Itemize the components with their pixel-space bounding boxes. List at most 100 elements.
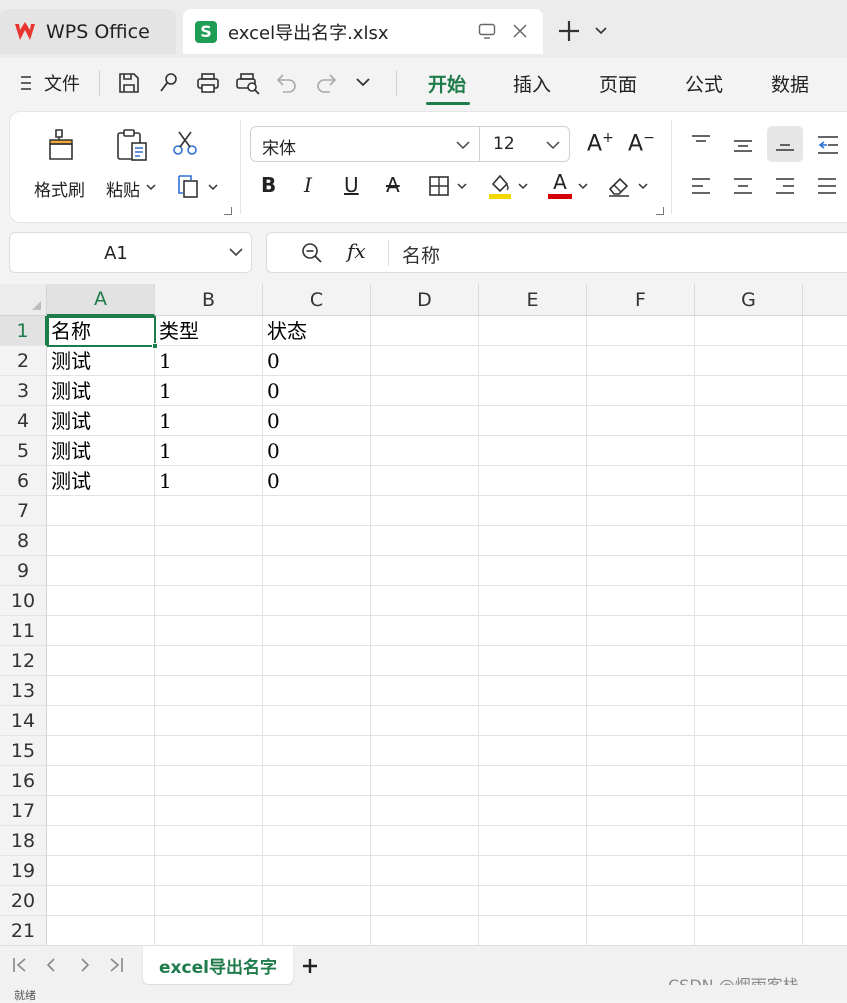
- column-header[interactable]: C: [263, 284, 371, 316]
- row-header[interactable]: 11: [0, 616, 47, 646]
- tab-page[interactable]: 页面: [599, 70, 637, 97]
- row-header[interactable]: 8: [0, 526, 47, 556]
- cell[interactable]: [47, 856, 155, 886]
- zoom-search-icon[interactable]: [301, 242, 323, 264]
- cell[interactable]: [371, 856, 479, 886]
- cell[interactable]: 1: [155, 406, 263, 436]
- cell[interactable]: [803, 556, 847, 586]
- fill-color-icon[interactable]: [487, 172, 513, 200]
- cell[interactable]: [587, 766, 695, 796]
- cell[interactable]: [155, 766, 263, 796]
- cell[interactable]: [263, 646, 371, 676]
- cell[interactable]: [263, 616, 371, 646]
- align-right-icon[interactable]: [774, 176, 796, 196]
- row-header[interactable]: 16: [0, 766, 47, 796]
- window-mode-icon[interactable]: [478, 22, 496, 40]
- cell[interactable]: [263, 766, 371, 796]
- borders-chevron-icon[interactable]: [457, 182, 467, 190]
- cell[interactable]: [803, 346, 847, 376]
- cell[interactable]: [587, 346, 695, 376]
- cell[interactable]: [803, 616, 847, 646]
- cell[interactable]: [47, 706, 155, 736]
- column-header[interactable]: G: [695, 284, 803, 316]
- column-header[interactable]: A: [47, 284, 155, 316]
- cell[interactable]: [371, 886, 479, 916]
- cell[interactable]: [155, 526, 263, 556]
- tab-data[interactable]: 数据: [771, 70, 809, 97]
- cell[interactable]: [479, 376, 587, 406]
- row-header[interactable]: 20: [0, 886, 47, 916]
- cell[interactable]: [371, 526, 479, 556]
- justify-icon[interactable]: [816, 176, 838, 196]
- font-chevron-icon[interactable]: [456, 140, 470, 150]
- cell[interactable]: [695, 886, 803, 916]
- cell[interactable]: [263, 586, 371, 616]
- cell[interactable]: [695, 616, 803, 646]
- cell[interactable]: [263, 496, 371, 526]
- cell[interactable]: [587, 796, 695, 826]
- paste-icon[interactable]: [115, 128, 149, 162]
- cell[interactable]: [479, 736, 587, 766]
- row-header[interactable]: 19: [0, 856, 47, 886]
- cell[interactable]: [263, 706, 371, 736]
- cell[interactable]: [371, 316, 479, 346]
- clear-format-icon[interactable]: [606, 174, 632, 198]
- cell[interactable]: [155, 556, 263, 586]
- row-header[interactable]: 9: [0, 556, 47, 586]
- cell[interactable]: [479, 616, 587, 646]
- row-header[interactable]: 1: [0, 316, 47, 346]
- document-tab[interactable]: S excel导出名字.xlsx: [183, 9, 543, 54]
- font-color-icon[interactable]: A: [548, 170, 572, 199]
- cell[interactable]: [155, 916, 263, 945]
- cell[interactable]: [47, 886, 155, 916]
- cell[interactable]: [803, 826, 847, 856]
- paste-chevron-icon[interactable]: [146, 183, 156, 191]
- cell[interactable]: [47, 766, 155, 796]
- cell[interactable]: [155, 706, 263, 736]
- align-top-icon[interactable]: [690, 134, 712, 152]
- decrease-indent-icon[interactable]: [816, 134, 840, 156]
- cell[interactable]: [695, 706, 803, 736]
- column-header[interactable]: [803, 284, 847, 316]
- cell[interactable]: [803, 646, 847, 676]
- row-header[interactable]: 5: [0, 436, 47, 466]
- clear-format-chevron-icon[interactable]: [638, 182, 648, 190]
- font-selector[interactable]: 宋体 12: [250, 126, 570, 162]
- cell[interactable]: [155, 616, 263, 646]
- cell[interactable]: 状态: [263, 316, 371, 346]
- cell[interactable]: [479, 826, 587, 856]
- cell[interactable]: [803, 706, 847, 736]
- cell[interactable]: [155, 496, 263, 526]
- chevron-down-icon[interactable]: [594, 25, 608, 37]
- cell[interactable]: [371, 706, 479, 736]
- cell[interactable]: [479, 856, 587, 886]
- cell[interactable]: [47, 916, 155, 945]
- italic-button[interactable]: I: [304, 173, 312, 197]
- cell[interactable]: [479, 586, 587, 616]
- cell[interactable]: [155, 736, 263, 766]
- cell[interactable]: 测试: [47, 466, 155, 496]
- cell[interactable]: [155, 586, 263, 616]
- cell[interactable]: [479, 436, 587, 466]
- cell[interactable]: [695, 676, 803, 706]
- column-header[interactable]: D: [371, 284, 479, 316]
- increase-font-icon[interactable]: A+: [587, 130, 614, 156]
- cell[interactable]: 0: [263, 436, 371, 466]
- prev-sheet-icon[interactable]: [44, 956, 58, 974]
- cell[interactable]: [695, 556, 803, 586]
- format-painter-icon[interactable]: [46, 128, 78, 162]
- cell[interactable]: [155, 826, 263, 856]
- underline-button[interactable]: U: [344, 173, 359, 197]
- cell[interactable]: [479, 916, 587, 945]
- cell[interactable]: [587, 586, 695, 616]
- cell[interactable]: [587, 436, 695, 466]
- row-header[interactable]: 10: [0, 586, 47, 616]
- cell[interactable]: [587, 316, 695, 346]
- cell[interactable]: 0: [263, 346, 371, 376]
- cell[interactable]: [479, 346, 587, 376]
- cell[interactable]: [695, 916, 803, 945]
- align-bottom-button[interactable]: [767, 126, 803, 162]
- cell[interactable]: [479, 886, 587, 916]
- cell[interactable]: [587, 856, 695, 886]
- cell-area[interactable]: 名称 类型 状态 测试 1 0 测试 1 0 测试 1 0 测试 1 0 测试 1 0: [47, 316, 847, 945]
